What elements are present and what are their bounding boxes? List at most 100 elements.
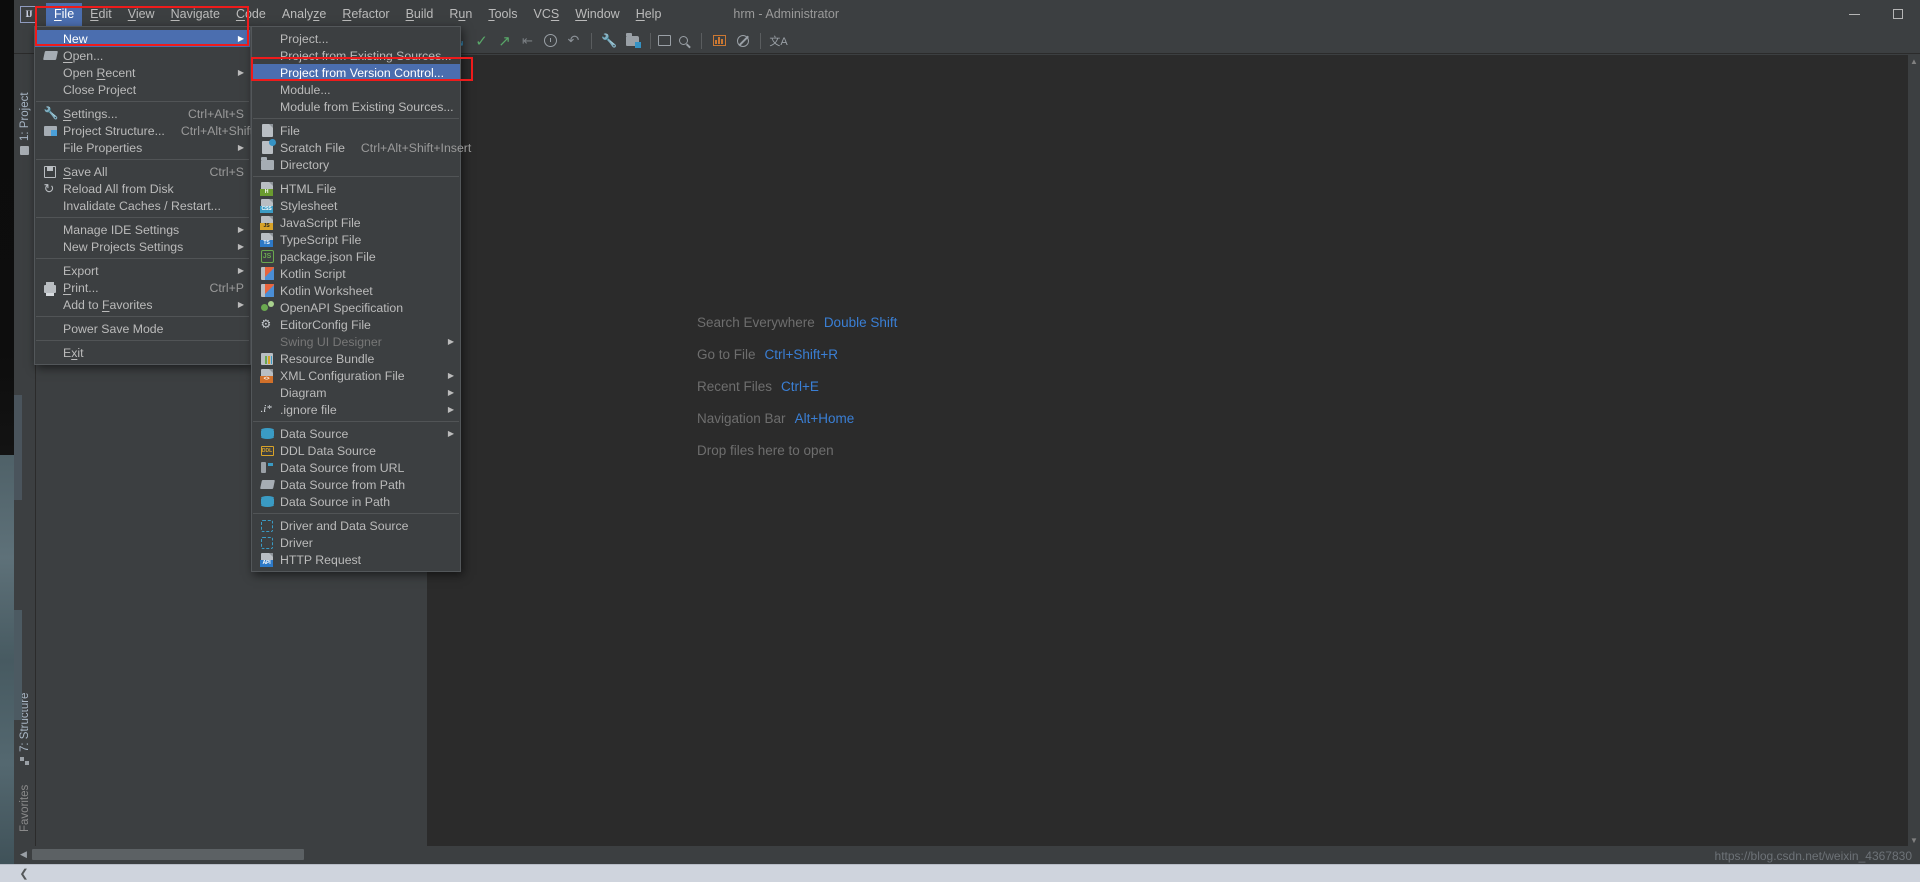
menubar-item-vcs[interactable]: VCS xyxy=(526,3,568,26)
file-menu-item-new-projects-settings[interactable]: New Projects Settings ▶ xyxy=(35,238,250,255)
menu-item-icon-slot xyxy=(256,98,278,115)
new-menu-item-driver[interactable]: Driver xyxy=(252,534,460,551)
new-menu-item-project-from-version-control[interactable]: Project from Version Control... xyxy=(252,64,460,81)
new-menu-item-package-json-file[interactable]: JS package.json File xyxy=(252,248,460,265)
window-controls[interactable] xyxy=(1832,0,1920,28)
terminal-icon[interactable] xyxy=(658,35,671,46)
file-menu-item-power-save-mode[interactable]: Power Save Mode xyxy=(35,320,250,337)
data-source-in-path-icon xyxy=(256,493,278,510)
stop-icon[interactable] xyxy=(732,30,753,51)
new-menu-item-data-source-in-path[interactable]: Data Source in Path xyxy=(252,493,460,510)
file-menu-item-new[interactable]: New ▶ xyxy=(35,30,250,47)
file-menu-item-export[interactable]: Export ▶ xyxy=(35,262,250,279)
minimize-button[interactable] xyxy=(1832,0,1876,28)
project-structure-toolbar-icon[interactable] xyxy=(622,30,643,51)
rollback-icon[interactable]: ⇤ xyxy=(517,30,538,51)
editor-vertical-scrollbar[interactable]: ▲ ▼ xyxy=(1908,55,1920,846)
menubar-item-navigate[interactable]: Navigate xyxy=(163,3,228,26)
scroll-down-icon[interactable]: ▼ xyxy=(1908,834,1920,846)
file-menu-item-reload-all-from-disk[interactable]: ↻ Reload All from Disk xyxy=(35,180,250,197)
file-menu-item-close-project[interactable]: Close Project xyxy=(35,81,250,98)
file-menu-item-settings[interactable]: 🔧 Settings... Ctrl+Alt+S xyxy=(35,105,250,122)
new-menu-item-html-file[interactable]: H HTML File xyxy=(252,180,460,197)
menubar-item-file[interactable]: File xyxy=(46,2,83,26)
ignore-file-icon: .i* xyxy=(256,401,278,418)
new-menu-item-resource-bundle[interactable]: Resource Bundle xyxy=(252,350,460,367)
file-menu-item-add-to-favorites[interactable]: Add to Favorites ▶ xyxy=(35,296,250,313)
file-menu-popup[interactable]: New ▶ Open... Open Recent ▶ Close Project 🔧 Set… xyxy=(34,26,269,365)
hscroll-left-icon[interactable]: ◀ xyxy=(17,848,30,861)
new-menu-item-openapi-specification[interactable]: OpenAPI Specification xyxy=(252,299,460,316)
menubar-item-build[interactable]: Build xyxy=(398,3,442,26)
new-menu-item-file[interactable]: File xyxy=(252,122,460,139)
undo-icon[interactable]: ↶ xyxy=(563,30,584,51)
new-menu-item-kotlin-script[interactable]: Kotlin Script xyxy=(252,265,460,282)
commit-icon[interactable]: ✓ xyxy=(471,30,492,51)
file-menu-item-invalidate-caches-restart[interactable]: Invalidate Caches / Restart... xyxy=(35,197,250,214)
search-everywhere-icon[interactable] xyxy=(673,30,694,51)
new-menu-item-scratch-file[interactable]: Scratch File Ctrl+Alt+Shift+Insert xyxy=(252,139,471,156)
new-menu-item-diagram[interactable]: Diagram ▶ xyxy=(252,384,460,401)
menubar-item-refactor[interactable]: Refactor xyxy=(334,3,397,26)
new-menu-item-driver-and-data-source[interactable]: Driver and Data Source xyxy=(252,517,460,534)
menubar-item-help[interactable]: Help xyxy=(628,3,670,26)
hscroll-thumb[interactable] xyxy=(32,849,304,860)
translate-icon[interactable]: 文A xyxy=(768,30,789,51)
new-menu-item-stylesheet[interactable]: CSS Stylesheet xyxy=(252,197,460,214)
file-menu-item-project-structure[interactable]: Project Structure... Ctrl+Alt+Shift+S xyxy=(35,122,269,139)
new-menu-item-http-request[interactable]: API HTTP Request xyxy=(252,551,460,568)
new-menu-item-module-from-existing-sources[interactable]: Module from Existing Sources... xyxy=(252,98,460,115)
new-menu-item-editorconfig-file[interactable]: ⚙ EditorConfig File xyxy=(252,316,460,333)
sidebar-item-project[interactable]: 1: Project xyxy=(14,77,36,161)
file-menu-item-manage-ide-settings[interactable]: Manage IDE Settings ▶ xyxy=(35,221,250,238)
new-submenu-popup[interactable]: Project... Project from Existing Sources.… xyxy=(251,26,471,572)
new-menu-item-data-source-from-path[interactable]: Data Source from Path xyxy=(252,476,460,493)
history-icon[interactable] xyxy=(540,30,561,51)
print-icon xyxy=(39,279,61,296)
menubar-item-edit[interactable]: Edit xyxy=(82,3,120,26)
push-icon[interactable]: ↗ xyxy=(494,30,515,51)
menubar-item-run[interactable]: Run xyxy=(441,3,480,26)
file-menu-item-file-properties[interactable]: File Properties ▶ xyxy=(35,139,250,156)
taskbar-collapse-icon[interactable]: ❮ xyxy=(16,865,32,881)
menubar-item-analyze[interactable]: Analyze xyxy=(274,3,334,26)
sidebar-item-favorites[interactable]: Favorites xyxy=(14,780,36,838)
menubar-item-window[interactable]: Window xyxy=(567,3,627,26)
new-menu-item-kotlin-worksheet[interactable]: Kotlin Worksheet xyxy=(252,282,460,299)
project-structure-icon xyxy=(43,125,57,136)
new-menu-item-project[interactable]: Project... xyxy=(252,30,460,47)
no-icon xyxy=(261,386,274,399)
menubar-item-tools[interactable]: Tools xyxy=(480,3,525,26)
file-menu-item-save-all[interactable]: Save All Ctrl+S xyxy=(35,163,250,180)
new-menu-item-data-source[interactable]: Data Source ▶ xyxy=(252,425,460,442)
new-menu-item-ignore-file[interactable]: .i* .ignore file ▶ xyxy=(252,401,460,418)
new-menu-item-javascript-file[interactable]: JS JavaScript File xyxy=(252,214,460,231)
scroll-up-icon[interactable]: ▲ xyxy=(1908,55,1920,67)
menu-item-icon-slot xyxy=(39,296,61,313)
no-icon xyxy=(261,100,274,113)
new-menu-item-ddl-data-source[interactable]: DDL DDL Data Source xyxy=(252,442,460,459)
menubar-item-view[interactable]: View xyxy=(120,3,163,26)
menu-item-icon-slot xyxy=(256,384,278,401)
driver-data-source-icon xyxy=(256,517,278,534)
settings-wrench-icon[interactable]: 🔧 xyxy=(599,30,620,51)
new-menu-item-module[interactable]: Module... xyxy=(252,81,460,98)
menu-item-label: HTTP Request xyxy=(280,552,362,567)
menubar-item-code[interactable]: Code xyxy=(228,3,274,26)
editorconfig-icon: ⚙ xyxy=(260,317,272,331)
horizontal-scrollbar[interactable]: ◀ xyxy=(14,846,1920,864)
file-menu-item-print[interactable]: Print... Ctrl+P xyxy=(35,279,250,296)
maximize-button[interactable] xyxy=(1876,0,1920,28)
new-menu-item-xml-configuration-file[interactable]: <> XML Configuration File ▶ xyxy=(252,367,460,384)
chevron-right-icon: ▶ xyxy=(237,68,244,77)
file-menu-item-open[interactable]: Open... xyxy=(35,47,250,64)
menu-bar[interactable]: File Edit View Navigate Code Analyze Refactor B… xyxy=(46,0,669,28)
new-menu-item-typescript-file[interactable]: TS TypeScript File xyxy=(252,231,460,248)
menu-item-label: Resource Bundle xyxy=(280,351,375,366)
file-menu-item-exit[interactable]: Exit xyxy=(35,344,250,361)
new-menu-item-data-source-from-url[interactable]: Data Source from URL xyxy=(252,459,460,476)
run-config-icon[interactable] xyxy=(709,30,730,51)
new-menu-item-project-from-existing-sources[interactable]: Project from Existing Sources... xyxy=(252,47,460,64)
new-menu-item-directory[interactable]: Directory xyxy=(252,156,460,173)
file-menu-item-open-recent[interactable]: Open Recent ▶ xyxy=(35,64,250,81)
